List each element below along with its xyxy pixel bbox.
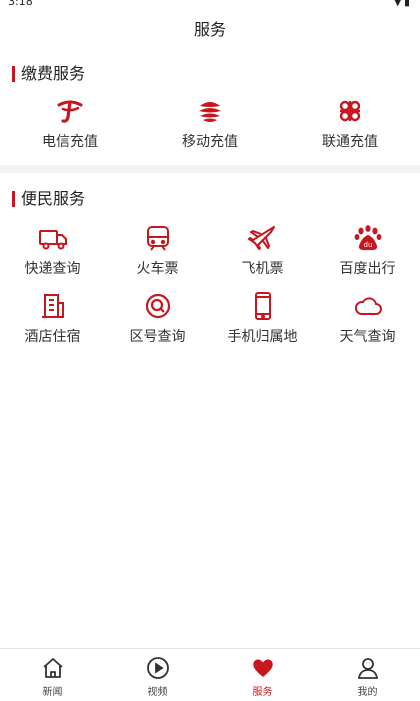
unicom-recharge-button[interactable]: 联通充值 — [280, 97, 420, 157]
tab-video[interactable]: 视频 — [105, 649, 210, 701]
bottom-nav: 新闻 视频 服务 我的 — [0, 648, 420, 701]
telecom-recharge-label: 电信充值 — [42, 134, 98, 150]
svg-text:du: du — [363, 241, 372, 249]
convenience-grid-row-1: 快递查询 火车票 飞机票 du 百度出行 — [0, 224, 420, 284]
area-code-label: 区号查询 — [129, 329, 186, 345]
tab-service[interactable]: 服务 — [210, 649, 315, 701]
page-title: 服务 — [193, 20, 226, 39]
train-icon — [142, 224, 174, 252]
train-ticket-button[interactable]: 火车票 — [105, 224, 210, 284]
convenience-grid-row-2: 酒店住宿 区号查询 手机归属地 天气查询 — [0, 292, 420, 352]
heart-icon — [251, 656, 275, 680]
china-mobile-icon — [194, 97, 226, 125]
section-title-convenience: 便民服务 — [12, 188, 85, 210]
status-icons: ▼▮ — [393, 0, 412, 8]
baidu-travel-button[interactable]: du 百度出行 — [315, 224, 420, 284]
baidu-travel-label: 百度出行 — [339, 261, 396, 277]
weather-query-label: 天气查询 — [339, 329, 396, 345]
flight-ticket-label: 飞机票 — [241, 261, 284, 277]
user-icon — [356, 656, 380, 680]
mobile-recharge-button[interactable]: 移动充值 — [140, 97, 280, 157]
mobile-recharge-label: 移动充值 — [182, 134, 238, 150]
china-telecom-icon — [54, 97, 86, 125]
play-icon — [146, 656, 170, 680]
telecom-recharge-button[interactable]: 电信充值 — [0, 97, 140, 157]
tab-mine-label: 我的 — [357, 687, 378, 698]
area-code-button[interactable]: 区号查询 — [105, 292, 210, 352]
signal-icon: ▼ — [393, 0, 404, 8]
train-ticket-label: 火车票 — [136, 261, 179, 277]
flight-ticket-button[interactable]: 飞机票 — [210, 224, 315, 284]
tab-news-label: 新闻 — [42, 687, 63, 698]
area-code-search-icon — [142, 292, 174, 320]
tab-video-label: 视频 — [147, 687, 168, 698]
baidu-icon: du — [352, 224, 384, 252]
payment-grid: 电信充值 移动充值 联通充值 — [0, 97, 420, 157]
express-query-label: 快递查询 — [24, 261, 81, 277]
tab-news[interactable]: 新闻 — [0, 649, 105, 701]
section-divider — [0, 165, 420, 173]
delivery-truck-icon — [37, 224, 69, 252]
china-unicom-icon — [334, 97, 366, 125]
status-time: 3:18 — [8, 0, 33, 8]
weather-query-button[interactable]: 天气查询 — [315, 292, 420, 352]
airplane-icon — [247, 224, 279, 252]
phone-location-label: 手机归属地 — [227, 329, 298, 345]
weather-cloud-icon — [352, 292, 384, 320]
battery-icon: ▮ — [403, 0, 412, 8]
phone-location-button[interactable]: 手机归属地 — [210, 292, 315, 352]
mobile-phone-icon — [247, 292, 279, 320]
unicom-recharge-label: 联通充值 — [322, 134, 378, 150]
tab-mine[interactable]: 我的 — [315, 649, 420, 701]
express-query-button[interactable]: 快递查询 — [0, 224, 105, 284]
section-title-payment: 缴费服务 — [12, 63, 85, 85]
tab-service-label: 服务 — [252, 687, 273, 698]
status-bar: 3:18 ▼▮ — [0, 0, 420, 10]
hotel-label: 酒店住宿 — [24, 329, 81, 345]
hotel-building-icon — [37, 292, 69, 320]
home-icon — [41, 656, 65, 680]
hotel-button[interactable]: 酒店住宿 — [0, 292, 105, 352]
